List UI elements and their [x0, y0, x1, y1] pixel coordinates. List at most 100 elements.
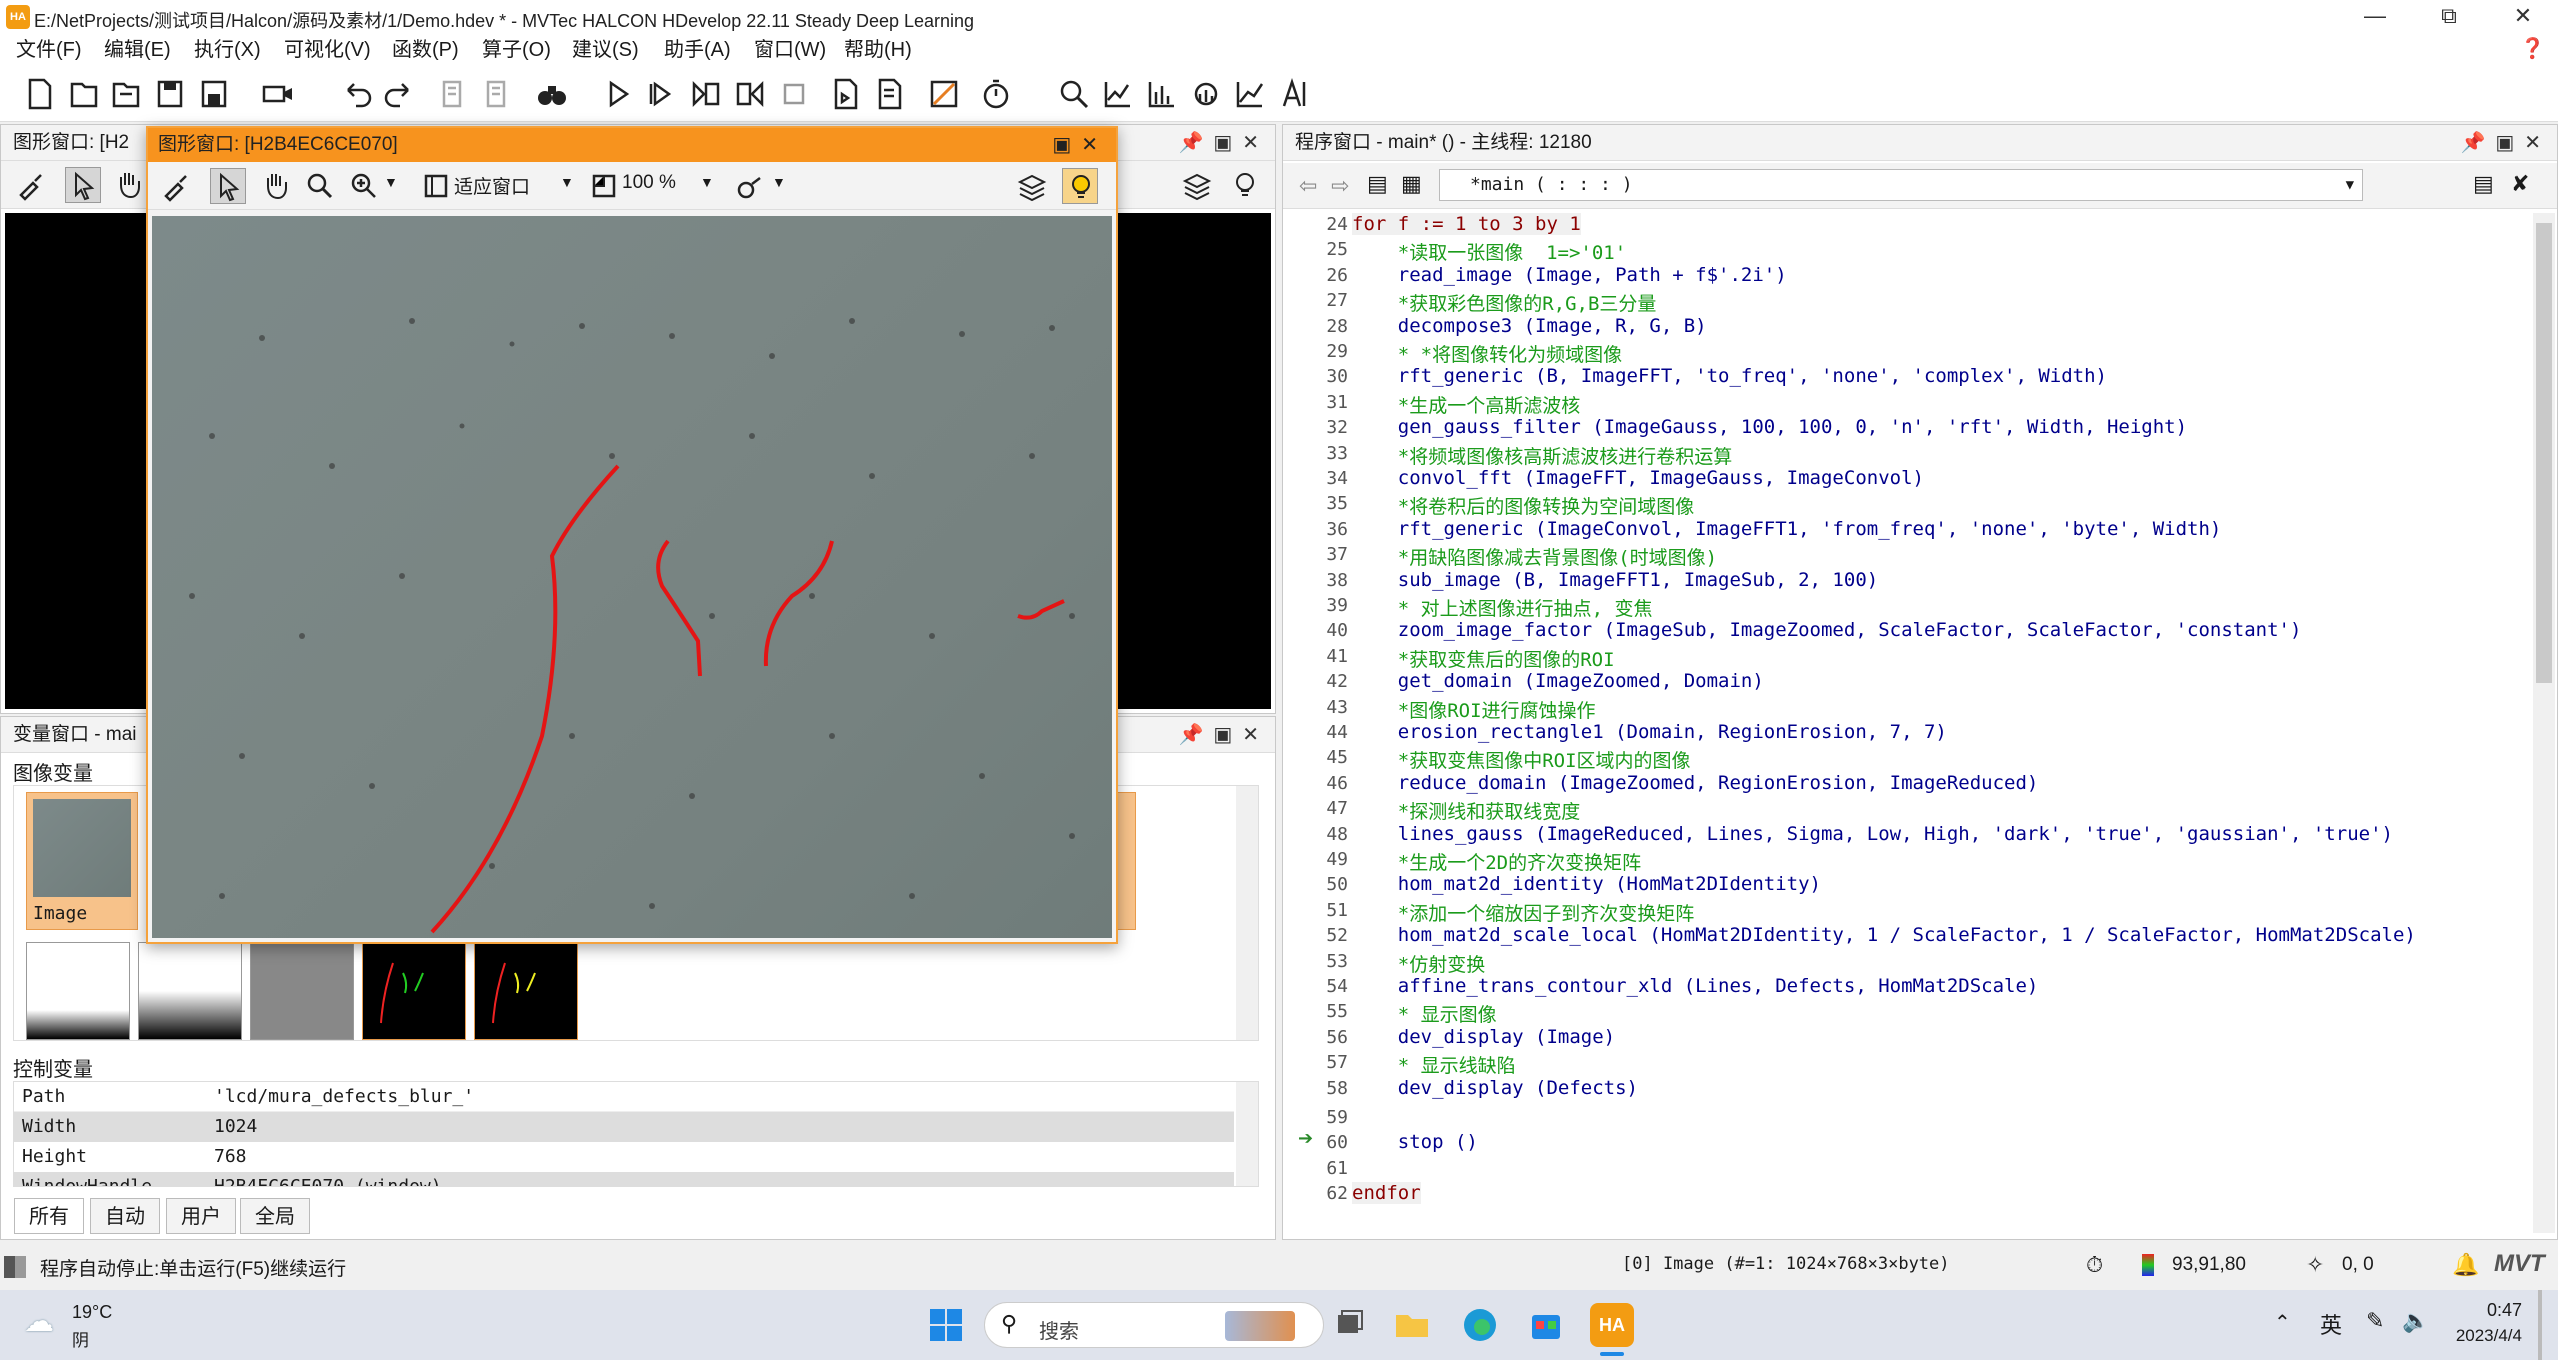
chevron-down-icon[interactable]: ▼	[772, 174, 786, 190]
table-row[interactable]: Height 768	[14, 1142, 1234, 1172]
panel-controls[interactable]: 📌▣✕	[1178, 717, 1269, 753]
code-line[interactable]: *生成一个高斯滤波核	[1352, 391, 1580, 418]
code-line[interactable]: affine_trans_contour_xld (Lines, Defects…	[1352, 975, 2039, 997]
code-line[interactable]: *将频域图像核高斯滤波核进行卷积运算	[1352, 442, 1732, 469]
zoom-in-icon[interactable]	[346, 168, 382, 204]
camera-icon[interactable]	[258, 74, 298, 114]
chevron-down-icon[interactable]: ▼	[384, 174, 398, 190]
help-context-icon[interactable]: ❓	[2520, 36, 2545, 61]
back-arrow-icon[interactable]: ⇦	[1299, 173, 1317, 199]
menu-window[interactable]: 窗口(W)	[748, 34, 832, 66]
open-file-icon[interactable]	[64, 74, 104, 114]
step-into-icon[interactable]	[686, 74, 726, 114]
code-line[interactable]: lines_gauss (ImageReduced, Lines, Sigma,…	[1352, 823, 2393, 845]
pan-hand-icon[interactable]	[258, 168, 294, 204]
menu-procedures[interactable]: 函数(P)	[386, 34, 465, 66]
code-line[interactable]: *读取一张图像 1=>'01'	[1352, 238, 1626, 265]
fit-window-icon[interactable]	[418, 168, 454, 204]
edit-procedure-icon[interactable]: ▤	[2473, 171, 2494, 197]
taskbar-search[interactable]: ⚲ 搜索	[984, 1302, 1324, 1348]
open-example-icon[interactable]	[106, 74, 146, 114]
step-out-icon[interactable]	[730, 74, 770, 114]
code-line[interactable]: *探测线和获取线宽度	[1352, 797, 1580, 824]
pointer-icon[interactable]	[210, 168, 246, 204]
menu-edit[interactable]: 编辑(E)	[98, 34, 177, 66]
panel-controls[interactable]: 📌▣✕	[1178, 125, 1269, 161]
histogram-icon[interactable]	[1142, 74, 1182, 114]
menu-execute[interactable]: 执行(X)	[188, 34, 267, 66]
code-line[interactable]: reduce_domain (ImageZoomed, RegionErosio…	[1352, 772, 2039, 794]
table-row[interactable]: WindowHandle H2B4EC6CE070 (window)	[14, 1172, 1234, 1186]
tab-all[interactable]: 所有	[14, 1198, 84, 1234]
procedure-settings-icon[interactable]: ✘	[2511, 171, 2529, 197]
forward-arrow-icon[interactable]: ⇨	[1331, 173, 1349, 199]
image-vars-scrollbar[interactable]	[1236, 786, 1258, 1040]
tab-global[interactable]: 全局	[240, 1198, 310, 1234]
windows-start-icon[interactable]	[924, 1303, 968, 1347]
save-all-icon[interactable]	[194, 74, 234, 114]
tab-auto[interactable]: 自动	[90, 1198, 160, 1234]
show-desktop-button[interactable]	[2538, 1290, 2542, 1360]
code-line[interactable]: get_domain (ImageZoomed, Domain)	[1352, 670, 1764, 692]
redo-icon[interactable]	[380, 74, 420, 114]
image-thumb[interactable]	[250, 942, 354, 1040]
activate-profiler-icon[interactable]	[924, 74, 964, 114]
image-thumb[interactable]	[362, 942, 466, 1040]
code-line[interactable]: *图像ROI进行腐蚀操作	[1352, 696, 1596, 723]
code-line[interactable]: gen_gauss_filter (ImageGauss, 100, 100, …	[1352, 416, 2187, 438]
edge-browser-icon[interactable]	[1458, 1303, 1502, 1347]
minimize-button[interactable]: —	[2340, 0, 2410, 34]
feature-inspection-icon[interactable]	[1230, 74, 1270, 114]
image-thumb[interactable]	[26, 942, 130, 1040]
procedure-list-icon[interactable]: ▤	[1367, 171, 1388, 197]
tab-user[interactable]: 用户	[166, 1198, 236, 1234]
lcd-defect-image[interactable]	[152, 216, 1112, 938]
stopwatch-icon[interactable]	[976, 74, 1016, 114]
code-line[interactable]: *仿射变换	[1352, 950, 1485, 977]
floating-window-controls[interactable]: ▣✕	[1052, 128, 1108, 162]
chevron-down-icon[interactable]: ▼	[560, 174, 574, 190]
file-explorer-icon[interactable]	[1390, 1303, 1434, 1347]
grid-icon[interactable]: ▦	[1401, 171, 1422, 197]
step-over-icon[interactable]	[640, 74, 680, 114]
code-line[interactable]: *用缺陷图像减去背景图像(时域图像)	[1352, 543, 1717, 570]
volume-icon[interactable]: 🔈	[2402, 1308, 2429, 1334]
menu-operators[interactable]: 算子(O)	[476, 34, 557, 66]
undo-icon[interactable]	[336, 74, 376, 114]
code-line[interactable]: *将卷积后的图像转换为空间域图像	[1352, 492, 1694, 519]
zoom-icon[interactable]	[1054, 74, 1094, 114]
code-line[interactable]: hom_mat2d_scale_local (HomMat2DIdentity,…	[1352, 924, 2416, 946]
clock-date[interactable]: 2023/4/4	[2432, 1326, 2522, 1346]
floating-window-header[interactable]: 图形窗口: [H2B4EC6CE070] ▣✕	[148, 128, 1116, 162]
code-line[interactable]: erosion_rectangle1 (Domain, RegionErosio…	[1352, 721, 1947, 743]
code-line[interactable]: endfor	[1352, 1182, 1421, 1204]
clear-brush-icon[interactable]	[158, 168, 194, 204]
menu-assistants[interactable]: 助手(A)	[658, 34, 737, 66]
code-line[interactable]: * 显示图像	[1352, 1000, 1497, 1027]
draw-shape-icon[interactable]	[732, 168, 768, 204]
code-line[interactable]: hom_mat2d_identity (HomMat2DIdentity)	[1352, 873, 1821, 895]
panel-controls[interactable]: 📌▣✕	[2460, 125, 2551, 161]
lightbulb-icon[interactable]	[1062, 168, 1098, 204]
ocr-icon[interactable]	[1274, 74, 1314, 114]
layers-icon[interactable]	[1014, 168, 1050, 204]
code-line[interactable]: * *将图像转化为频域图像	[1352, 340, 1622, 367]
bell-icon[interactable]: 🔔	[2452, 1252, 2479, 1278]
save-icon[interactable]	[150, 74, 190, 114]
chevron-down-icon[interactable]: ▼	[700, 174, 714, 190]
code-line[interactable]: dev_display (Defects)	[1352, 1077, 1638, 1099]
stop-icon[interactable]	[774, 74, 814, 114]
code-line[interactable]: *获取变焦图像中ROI区域内的图像	[1352, 746, 1691, 773]
code-line[interactable]: convol_fft (ImageFFT, ImageGauss, ImageC…	[1352, 467, 1924, 489]
code-line[interactable]: read_image (Image, Path + f$'.2i')	[1352, 264, 1787, 286]
table-row[interactable]: Path 'lcd/mura_defects_blur_'	[14, 1082, 1234, 1112]
pan-hand-icon[interactable]	[111, 167, 147, 203]
weather-temp[interactable]: 19°C	[72, 1302, 112, 1323]
uncomment-disabled-icon[interactable]	[478, 74, 518, 114]
comment-disabled-icon[interactable]	[434, 74, 474, 114]
maximize-button[interactable]: ⧉	[2414, 0, 2484, 34]
code-line[interactable]: dev_display (Image)	[1352, 1026, 1615, 1048]
zoom-percent-icon[interactable]	[586, 168, 622, 204]
stopwatch-icon[interactable]: ⏱	[2086, 1252, 2103, 1278]
zoom-level-label[interactable]: 100 %	[622, 172, 676, 194]
